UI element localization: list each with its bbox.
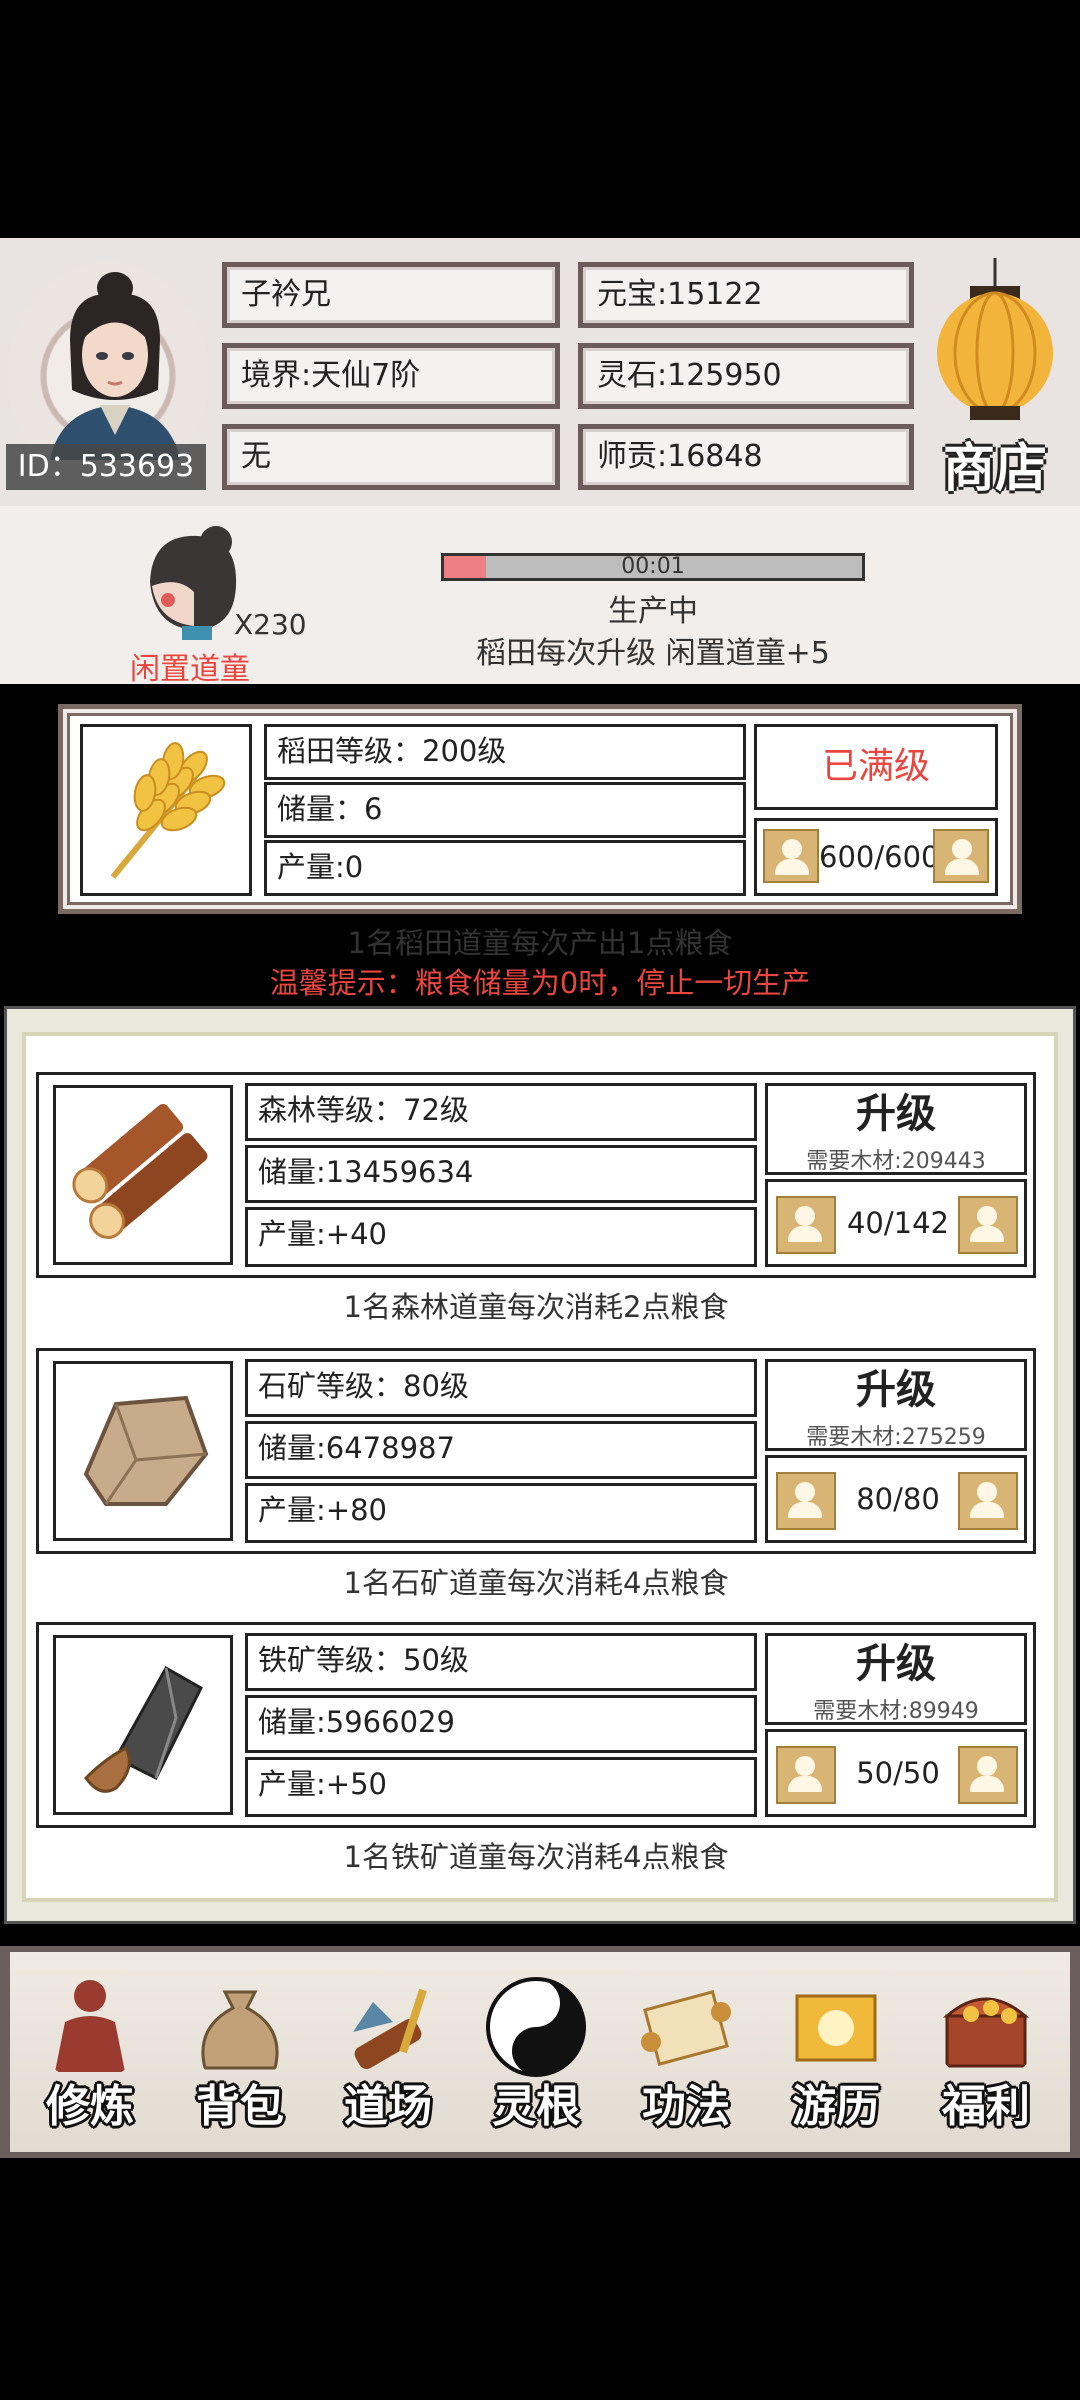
forest-icon-frame — [53, 1085, 233, 1265]
nav-cultivate[interactable]: 修炼 — [20, 1962, 160, 2142]
nav-label: 功法 — [642, 2081, 730, 2132]
forest-card: 森林等级：72级 储量:13459634 产量:+40 升级 需要木材:2094… — [36, 1072, 1036, 1278]
stone-icon-frame — [53, 1361, 233, 1541]
upgrade-label: 升级 — [856, 1366, 936, 1413]
paddy-output: 产量:0 — [264, 840, 746, 896]
wheat-icon — [110, 742, 226, 879]
nav-label: 背包 — [196, 2081, 284, 2132]
treasure-chest-icon — [942, 1997, 1030, 2068]
iron-worker-control: 50/50 — [765, 1729, 1027, 1817]
map-icon — [795, 1994, 877, 2062]
idle-label: 闲置道童 — [130, 652, 250, 687]
paddy-worker-control: 600/600 — [754, 818, 998, 896]
forest-stock: 储量:13459634 — [245, 1145, 757, 1203]
add-worker-button[interactable] — [958, 1472, 1018, 1530]
stone-worker-control: 80/80 — [765, 1455, 1027, 1543]
remove-worker-button[interactable] — [776, 1472, 836, 1530]
paddy-warning: 温馨提示：粮食储量为0时，停止一切生产 — [269, 966, 811, 1000]
forest-worker-control: 40/142 — [765, 1179, 1027, 1267]
lantern-icon — [937, 258, 1053, 420]
nav-spirit-root[interactable]: 灵根 — [466, 1962, 606, 2142]
stone-upgrade-button[interactable]: 升级 需要木材:275259 — [765, 1359, 1027, 1451]
idle-disciple-icon[interactable] — [138, 522, 242, 640]
nav-label: 修炼 — [46, 2081, 134, 2132]
stone-output: 产量:+80 — [245, 1483, 757, 1543]
iron-output: 产量:+50 — [245, 1757, 757, 1817]
cultivator-icon — [55, 1980, 125, 2072]
scroll-icon — [641, 1990, 731, 2066]
paddy-maxed-button[interactable]: 已满级 — [754, 724, 998, 810]
mentor-contribution-field: 师贡:16848 — [578, 424, 914, 490]
iron-stock: 储量:5966029 — [245, 1695, 757, 1753]
wood-logs-icon — [72, 1104, 208, 1239]
iron-level: 铁矿等级：50级 — [245, 1633, 757, 1691]
forest-upgrade-button[interactable]: 升级 需要木材:209443 — [765, 1083, 1027, 1175]
iron-card: 铁矿等级：50级 储量:5966029 产量:+50 升级 需要木材:89949… — [36, 1622, 1036, 1828]
sect-field: 无 — [222, 424, 560, 490]
nav-label: 灵根 — [492, 2081, 580, 2132]
nav-welfare[interactable]: 福利 — [916, 1962, 1056, 2142]
add-worker-button[interactable] — [958, 1746, 1018, 1804]
stone-card: 石矿等级：80级 储量:6478987 产量:+80 升级 需要木材:27525… — [36, 1348, 1036, 1554]
production-progress-bar: 00:01 — [441, 553, 865, 581]
remove-worker-button[interactable] — [776, 1196, 836, 1254]
forest-level: 森林等级：72级 — [245, 1083, 757, 1141]
progress-timer: 00:01 — [621, 554, 685, 579]
player-id-badge: ID：533693 — [6, 444, 206, 490]
stone-stock: 储量:6478987 — [245, 1421, 757, 1479]
yin-yang-icon — [486, 1977, 586, 2077]
idle-hint: 稻田每次升级 闲置道童+5 — [476, 636, 830, 671]
forest-note: 1名森林道童每次消耗2点粮食 — [343, 1290, 729, 1324]
stone-icon — [83, 1395, 209, 1506]
forest-output: 产量:+40 — [245, 1207, 757, 1267]
shop-button[interactable]: 商店 — [930, 258, 1060, 499]
paddy-stock: 储量：6 — [264, 782, 746, 838]
add-worker-button[interactable] — [933, 829, 989, 883]
bag-icon — [201, 1990, 279, 2070]
spirit-stone-field: 灵石:125950 — [578, 343, 914, 409]
iron-note: 1名铁矿道童每次消耗4点粮食 — [343, 1840, 729, 1874]
stone-note: 1名石矿道童每次消耗4点粮食 — [343, 1566, 729, 1600]
player-name-field: 子衿兄 — [222, 262, 560, 328]
nav-label: 福利 — [942, 2081, 1030, 2132]
avatar[interactable] — [40, 260, 190, 460]
nav-travel[interactable]: 游历 — [766, 1962, 906, 2142]
add-worker-button[interactable] — [958, 1196, 1018, 1254]
paddy-icon-frame — [80, 724, 252, 896]
paddy-level: 稻田等级：200级 — [264, 724, 746, 780]
idle-count: X230 — [234, 608, 307, 641]
stone-level: 石矿等级：80级 — [245, 1359, 757, 1417]
nav-label: 游历 — [792, 2081, 880, 2132]
iron-worker-count: 50/50 — [856, 1756, 940, 1790]
yuanbao-field: 元宝:15122 — [578, 262, 914, 328]
remove-worker-button[interactable] — [763, 829, 819, 883]
nav-label: 道场 — [344, 2081, 432, 2132]
production-status: 生产中 — [608, 594, 698, 629]
dojo-resources-icon — [353, 1988, 427, 2069]
stone-worker-count: 80/80 — [856, 1482, 940, 1516]
shop-label: 商店 — [942, 438, 1047, 499]
nav-dojo[interactable]: 道场 — [318, 1962, 458, 2142]
nav-bag[interactable]: 背包 — [170, 1962, 310, 2142]
iron-ore-icon — [84, 1665, 203, 1793]
iron-upgrade-button[interactable]: 升级 需要木材:89949 — [765, 1633, 1027, 1725]
paddy-note: 1名稻田道童每次产出1点粮食 — [347, 926, 733, 960]
upgrade-label: 升级 — [856, 1640, 936, 1687]
realm-field: 境界:天仙7阶 — [222, 343, 560, 409]
forest-worker-count: 40/142 — [846, 1206, 950, 1240]
paddy-worker-count: 600/600 — [819, 840, 940, 874]
upgrade-label: 升级 — [856, 1090, 936, 1137]
remove-worker-button[interactable] — [776, 1746, 836, 1804]
nav-techniques[interactable]: 功法 — [616, 1962, 756, 2142]
iron-icon-frame — [53, 1635, 233, 1815]
